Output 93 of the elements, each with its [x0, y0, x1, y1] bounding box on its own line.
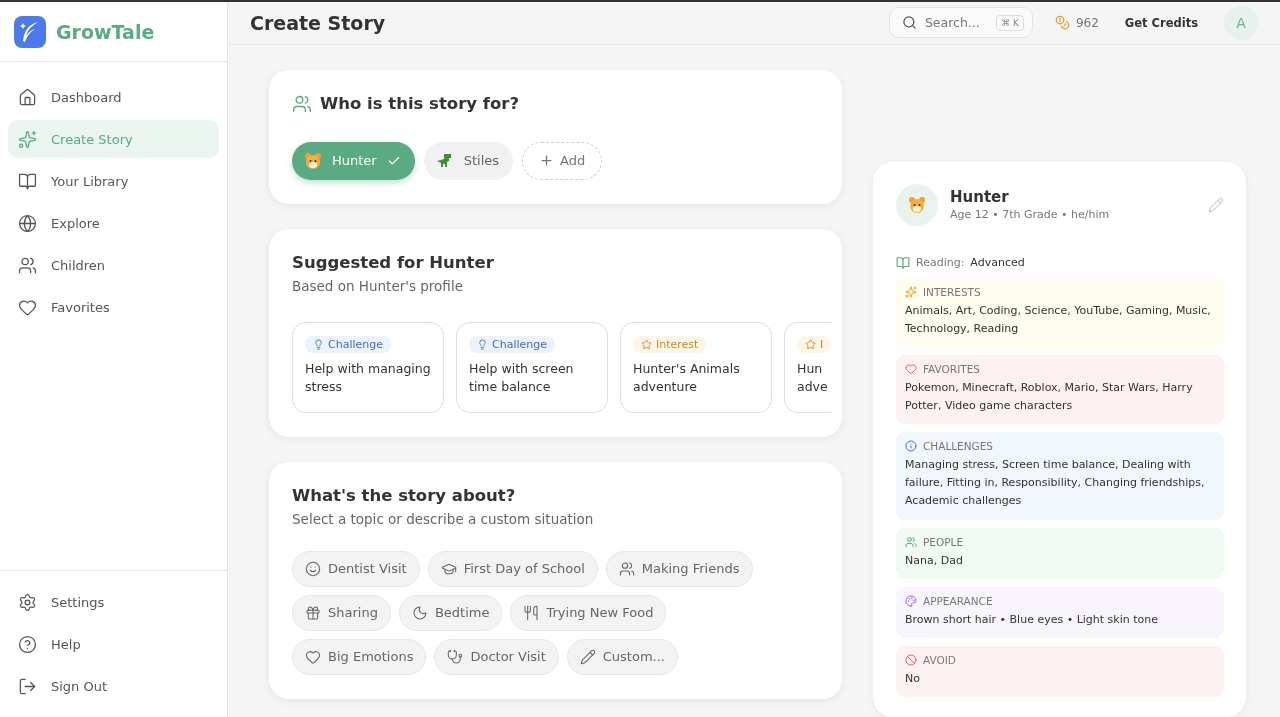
suggestion-card[interactable]: Interest Hunter's Animals adventure [620, 321, 772, 413]
topic-chip[interactable]: Trying New Food [510, 594, 667, 631]
coins-icon [1054, 15, 1070, 31]
users-icon [292, 93, 312, 114]
plus-icon [539, 153, 555, 169]
topic-icon [305, 648, 321, 665]
page-title: Create Story [250, 11, 387, 34]
section-text: Animals, Art, Coding, Science, YouTube, Gaming, Music, Technology, Reading [905, 302, 1212, 337]
book-icon [896, 255, 910, 270]
nav-icon [18, 297, 37, 317]
dinosaur-icon [435, 151, 454, 170]
suggestion-title: Hun adve [797, 359, 829, 397]
topic-chip[interactable]: Bedtime [398, 594, 503, 631]
card-subtitle: Select a topic or describe a custom situation [292, 510, 595, 527]
topic-chip[interactable]: Custom... [566, 638, 678, 675]
nav-icon [18, 676, 37, 696]
nav-icon [18, 171, 37, 191]
section-icon [905, 285, 917, 298]
card-title: What's the story about? [292, 485, 517, 505]
child-name: Hunter [950, 188, 1010, 207]
child-chip[interactable]: Hunter [292, 141, 415, 180]
lightbulb-icon [313, 338, 324, 350]
topic-chip[interactable]: Dentist Visit [292, 550, 420, 587]
edit-icon[interactable] [1208, 196, 1224, 213]
child-chip[interactable]: Stiles [423, 141, 514, 180]
sidebar-item[interactable]: Children [8, 246, 219, 284]
lightbulb-icon [477, 338, 488, 350]
topic-icon [579, 648, 596, 665]
sidebar-item[interactable]: Dashboard [8, 78, 219, 116]
topic-chip[interactable]: Making Friends [605, 550, 753, 587]
credits-count: 962 [1075, 15, 1099, 30]
section-title: PEOPLE [923, 535, 964, 548]
sidebar-item[interactable]: Your Library [8, 162, 219, 200]
section-icon [905, 653, 917, 666]
reading-value: Advanced [970, 256, 1025, 270]
suggestion-title: Help with screen time balance [469, 359, 575, 397]
nav-icon [18, 87, 37, 107]
section-text: Brown short hair • Blue eyes • Light skin tone [905, 611, 1159, 628]
topic-icon [523, 604, 540, 621]
suggestion-card[interactable]: I Hun adve [784, 321, 833, 413]
topic-chip[interactable]: First Day of School [427, 550, 598, 587]
card-subtitle: Based on Hunter's profile [292, 277, 464, 294]
nav-icon [18, 213, 37, 233]
suggestion-tag: Challenge [305, 335, 391, 353]
sidebar-item[interactable]: Explore [8, 204, 219, 242]
sidebar-item[interactable]: Settings [8, 583, 219, 621]
topic-icon [411, 604, 428, 621]
topic-icon [305, 604, 321, 621]
suggestion-tag: I [797, 335, 832, 353]
star-icon [641, 338, 652, 350]
section-text: No [905, 670, 921, 687]
section-title: AVOID [923, 653, 956, 666]
suggestion-tag: Challenge [469, 335, 555, 353]
nav-icon [18, 129, 37, 149]
star-icon [805, 338, 816, 350]
topic-chip[interactable]: Big Emotions [292, 638, 427, 675]
sidebar-item[interactable]: Sign Out [8, 667, 219, 705]
reading-label: Reading: [916, 256, 965, 270]
card-title: Who is this story for? [320, 94, 519, 114]
topic-chip[interactable]: Doctor Visit [434, 638, 559, 675]
nav-icon [18, 255, 37, 275]
child-details: Age 12 • 7th Grade • he/him [950, 208, 1111, 222]
topic-chip[interactable]: Sharing [292, 594, 391, 631]
section-text: Managing stress, Screen time balance, Dealing with failure, Fitting in, Responsibility, Changing friendships, Academic challenges [905, 457, 1206, 510]
suggestion-title: Help with managing stress [305, 359, 432, 397]
section-icon [905, 594, 917, 607]
section-icon [905, 535, 917, 548]
section-title: FAVORITES [923, 362, 980, 375]
suggestion-title: Hunter's Animals adventure [633, 359, 741, 397]
sidebar-item[interactable]: Favorites [8, 288, 219, 326]
nav-icon [18, 592, 37, 612]
section-title: CHALLENGES [923, 440, 994, 453]
section-title: INTERESTS [923, 285, 981, 298]
suggestion-tag: Interest [633, 335, 707, 353]
topic-icon [305, 560, 321, 577]
section-icon [905, 440, 917, 453]
section-text: Nana, Dad [905, 552, 964, 569]
section-text: Pokemon, Minecraft, Roblox, Mario, Star Wars, Harry Potter, Video game characters [905, 379, 1194, 414]
search-field[interactable]: Search... ⌘ K [888, 7, 1033, 39]
suggestion-card[interactable]: Challenge Help with managing stress [292, 321, 444, 413]
section-title: APPEARANCE [923, 594, 993, 607]
topic-icon [447, 648, 464, 665]
feather-logo-icon [14, 15, 46, 48]
get-credits-button[interactable]: Get Credits [1112, 9, 1210, 36]
section-icon [905, 362, 917, 375]
sidebar-item[interactable]: Help [8, 625, 219, 663]
search-icon [901, 15, 917, 31]
brand-name: GrowTale [56, 20, 155, 43]
shortcut-hint: ⌘ K [996, 14, 1024, 31]
suggestion-card[interactable]: Challenge Help with screen time balance [456, 321, 608, 413]
card-title: Suggested for Hunter [292, 252, 495, 272]
topic-icon [618, 560, 635, 577]
nav-icon [18, 634, 37, 654]
